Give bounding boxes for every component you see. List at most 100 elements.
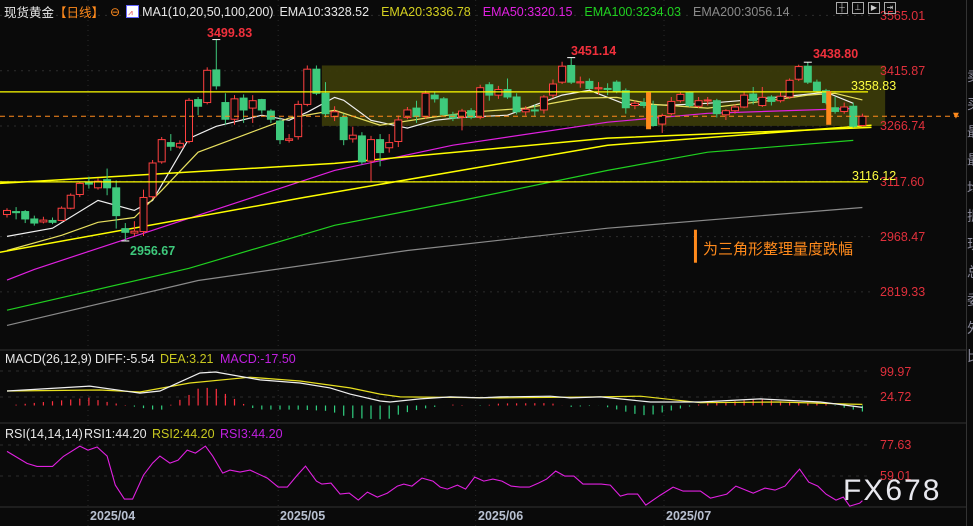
candle-up [75,182,84,195]
candle-up [148,162,157,198]
level-label-upper: 3358.83 [851,79,896,93]
side-label: 外 [967,314,973,342]
rsi1-value: RSI1:44.20 [84,427,147,441]
side-label: 比 [967,342,973,370]
crosshair-icon[interactable]: ┼ [836,2,848,14]
candle-up [285,138,294,141]
date-tick: 2025/06 [478,509,523,523]
pattern-note: 为三角形整理量度跌幅 [703,241,853,258]
candle-down [503,89,512,98]
candle-down [812,81,821,92]
period-selector[interactable]: 【日线】 [54,2,104,21]
side-label: 卖 [967,62,973,90]
candle-down [276,120,284,141]
candle-down [257,99,266,111]
candle-up [630,102,639,107]
zoom-axis-icon[interactable]: ⊥ [852,2,864,14]
candle-up [185,99,193,142]
candle-up [139,196,148,233]
candle-down [84,182,93,185]
price-tick: 2819.33 [880,285,925,299]
candle-down [357,135,366,163]
candle-down [312,68,321,94]
candle-up [294,103,303,138]
candle-up [785,79,794,98]
indicator-header: 现货黄金 【日线】 ⊖ ⩘ MA1(10,20,50,100,200) EMA1… [4,2,790,21]
candle-down [485,84,494,96]
ema10-value: EMA10:3328.52 [279,4,370,19]
candle-down [603,87,612,90]
candle-down [767,96,776,102]
indicator-chart-icon[interactable]: ⩘ [126,5,140,18]
side-label: 最 [967,146,973,174]
pan-right-icon[interactable]: ⇥ [884,2,896,14]
candle-down [712,100,721,115]
candle-down [749,93,758,102]
current-price-marker-icon: ▼ [951,110,961,121]
candle-down [12,211,21,214]
chart-canvas[interactable]: ▼ 3565.01 3415.87 3266.74 3117.60 2968.4… [0,0,973,526]
candle-down [266,110,275,120]
side-label: 振 [967,202,973,230]
macd-label: MACD(26,12,9) [5,352,92,366]
side-label: 现 [967,230,973,258]
candle-up [694,100,703,107]
candle-up [576,81,585,84]
candle-up [794,66,803,80]
rsi-tick: 77.63 [880,438,911,452]
candle-up [385,142,394,149]
candle-up [348,134,357,140]
candle-down [103,179,112,189]
ema200-value: EMA200:3056.14 [693,4,790,19]
price-tick: 3415.87 [880,64,925,78]
candle-down [567,64,576,83]
price-tick: 3266.74 [880,119,925,133]
candle-up [203,69,212,104]
quote-side-panel: 卖 买 最 最 均 振 现 总 委 外 比 [966,0,973,526]
candle-up [367,139,375,162]
candle-up [858,115,867,127]
candle-down [166,142,175,147]
macd-tick: 24.72 [880,390,911,404]
side-label: 均 [967,174,973,202]
candle-down [48,219,57,223]
candle-up [175,142,184,148]
candle-down [685,92,694,107]
zoom-circle-icon[interactable]: ⊖ [110,5,120,19]
candle-up [776,95,785,102]
ema200-line [6,206,863,326]
candle-up [721,110,730,116]
price-tick: 2968.47 [880,230,925,244]
low-label-april: 2956.67 [130,244,175,258]
candle-down [621,90,630,109]
candle-down [212,69,221,87]
candle-down [430,94,439,100]
candle-up [594,87,603,90]
macd-value: MACD:-17.50 [220,352,296,366]
orange-marker-bar [646,92,652,130]
candle-down [585,80,594,89]
measured-move-bar [693,229,697,263]
high-label-april: 3499.83 [207,26,252,40]
candle-down [530,109,539,112]
high-label-june: 3451.14 [571,44,616,58]
candle-up [658,115,667,125]
candle-down [376,139,385,154]
candle-up [740,94,749,108]
candle-up [758,96,767,107]
candle-down [439,98,448,115]
candle-down [612,81,621,92]
candle-up [248,100,257,109]
candle-down [30,218,39,224]
candle-up [421,92,430,118]
candle-down [831,107,840,112]
candle-down [321,92,330,115]
ma-params[interactable]: MA1(10,20,50,100,200) [142,5,273,19]
candle-up [667,100,676,115]
candle-up [130,230,139,234]
candle-down [121,228,130,233]
play-icon[interactable]: ▶ [868,2,880,14]
high-label-july: 3438.80 [813,47,858,61]
candle-up [840,106,849,112]
level-label-lower: 3116.12 [852,169,896,183]
